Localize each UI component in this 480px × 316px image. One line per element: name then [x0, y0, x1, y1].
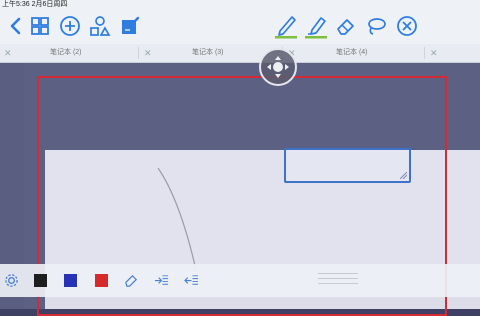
color-swatch-black[interactable] — [32, 272, 48, 288]
tab-divider — [424, 47, 425, 59]
edit-note-icon[interactable] — [116, 12, 144, 40]
color-palette-bar — [0, 264, 480, 297]
tab-divider — [138, 47, 139, 59]
indent-icon[interactable] — [153, 272, 169, 288]
highlighter-icon[interactable] — [302, 12, 330, 40]
status-time: 上午5:36 2月6日周四 — [2, 1, 68, 8]
tab-bar: ✕ 笔记本 (2) ✕ 笔记本 (3) ✕ 笔记本 (4) ✕ — [0, 44, 480, 63]
move-arrows-icon — [267, 56, 289, 78]
eraser-icon[interactable] — [332, 12, 360, 40]
color-swatch-blue[interactable] — [62, 272, 78, 288]
top-toolbar — [0, 9, 480, 45]
palette-divider-lines — [318, 273, 358, 288]
eraser-icon[interactable] — [123, 272, 139, 288]
color-swatch-red[interactable] — [93, 272, 109, 288]
tab-notebook-3[interactable]: 笔记本 (3) — [192, 44, 224, 62]
grid-icon[interactable] — [26, 12, 54, 40]
outdent-icon[interactable] — [183, 272, 199, 288]
pen-icon[interactable] — [272, 12, 300, 40]
close-circle-icon[interactable] — [393, 12, 421, 40]
shapes-icon[interactable] — [86, 12, 114, 40]
tab-close-icon[interactable]: ✕ — [4, 44, 12, 62]
tab-close-icon[interactable]: ✕ — [430, 44, 438, 62]
plus-circle-icon[interactable] — [56, 12, 84, 40]
tab-notebook-4[interactable]: 笔记本 (4) — [336, 44, 368, 62]
tab-close-icon[interactable]: ✕ — [144, 44, 152, 62]
lasso-icon[interactable] — [362, 12, 390, 40]
move-control[interactable] — [259, 48, 297, 86]
tab-notebook-2[interactable]: 笔记本 (2) — [50, 44, 82, 62]
settings-icon[interactable] — [3, 272, 19, 288]
status-bar: 上午5:36 2月6日周四 — [0, 0, 480, 9]
